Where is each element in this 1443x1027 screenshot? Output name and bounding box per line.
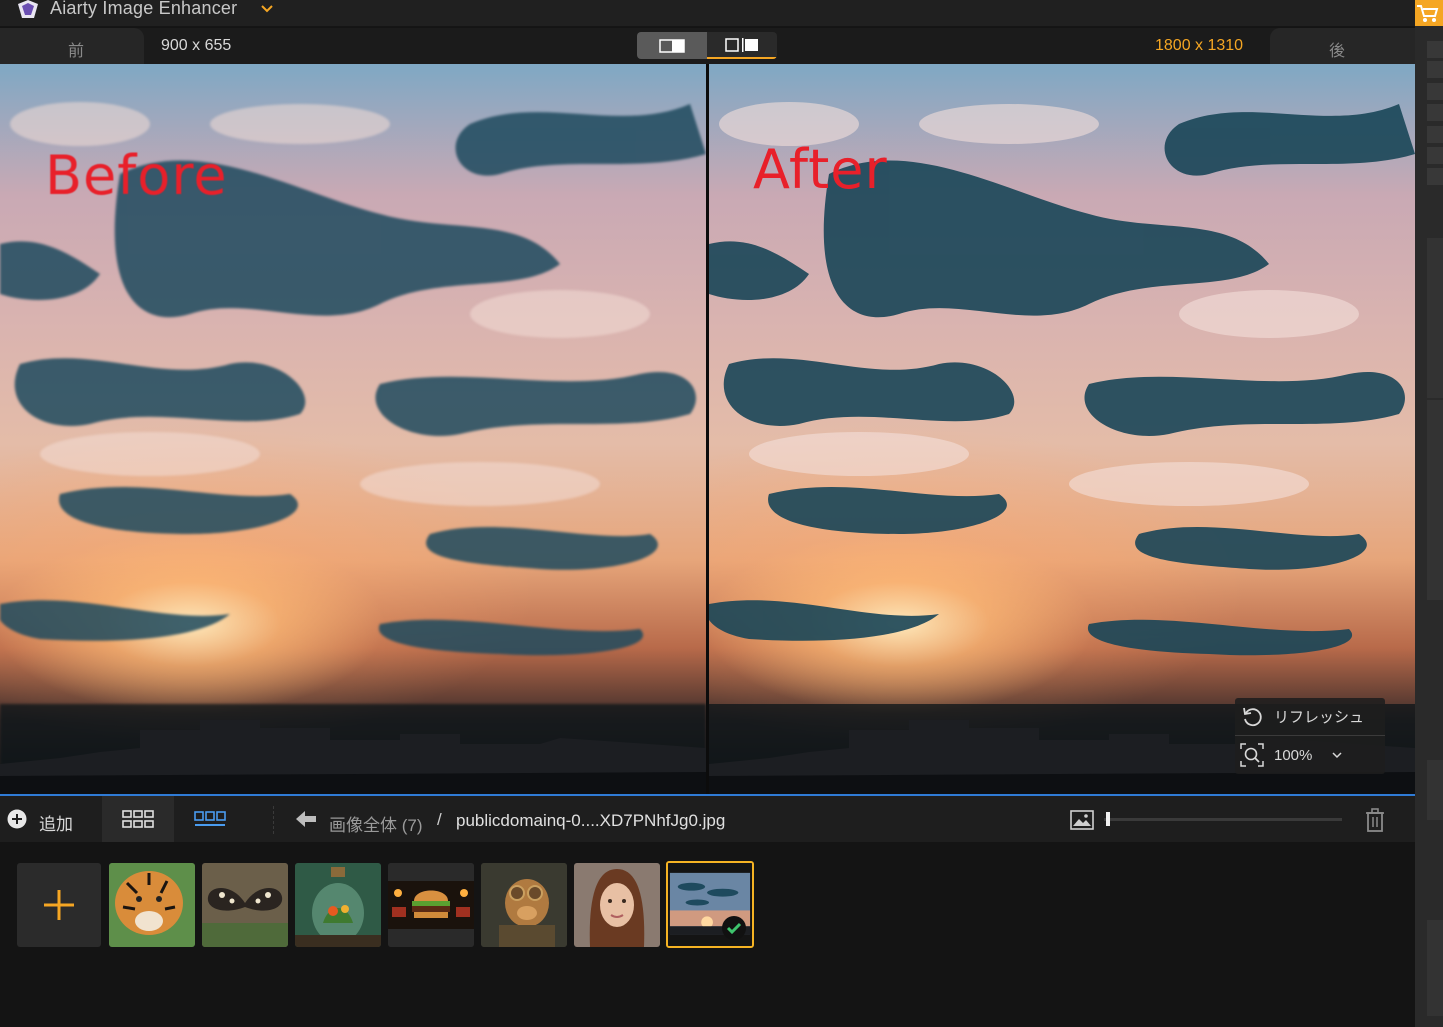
thumbnail-dog[interactable] bbox=[481, 863, 567, 947]
tab-after[interactable]: 後 bbox=[1270, 28, 1415, 64]
cart-button[interactable] bbox=[1415, 0, 1443, 26]
breadcrumb-file: publicdomainq-0....XD7PNhfJg0.jpg bbox=[456, 811, 726, 830]
strip-slot[interactable] bbox=[1427, 167, 1443, 185]
single-view-icon bbox=[659, 38, 685, 53]
single-view-button[interactable] bbox=[637, 32, 707, 59]
strip-view-button[interactable] bbox=[174, 796, 246, 842]
grid-view-button[interactable] bbox=[102, 796, 174, 842]
thumbnail-burger[interactable] bbox=[388, 863, 474, 947]
tab-before[interactable]: 前 bbox=[0, 28, 144, 64]
add-button[interactable]: 追加 bbox=[0, 796, 100, 842]
burger-image bbox=[388, 863, 474, 947]
woman-portrait-image bbox=[574, 863, 660, 947]
strip-panel[interactable] bbox=[1427, 760, 1443, 820]
compare-header: 前 900 x 655 1800 x 1310 後 bbox=[0, 28, 1415, 64]
chevron-down-icon[interactable] bbox=[259, 1, 275, 17]
tiger-image bbox=[109, 863, 195, 947]
add-image-tile[interactable] bbox=[17, 863, 101, 947]
strip-slot[interactable] bbox=[1427, 125, 1443, 143]
terrarium-image bbox=[295, 863, 381, 947]
thumbnail-terrarium[interactable] bbox=[295, 863, 381, 947]
zoom-select[interactable]: 100% bbox=[1235, 736, 1385, 774]
image-preview[interactable]: Before After bbox=[0, 64, 1415, 794]
tab-before-label: 前 bbox=[68, 43, 85, 60]
right-scroll-strip bbox=[1415, 0, 1443, 1027]
refresh-button[interactable]: リフレッシュ bbox=[1235, 698, 1385, 736]
check-icon bbox=[726, 922, 742, 935]
trash-icon[interactable] bbox=[1364, 808, 1386, 832]
add-label: 追加 bbox=[39, 815, 73, 834]
app-title: Aiarty Image Enhancer bbox=[50, 0, 238, 18]
before-dimensions: 900 x 655 bbox=[161, 37, 232, 54]
butterfly-image bbox=[202, 863, 288, 947]
plus-circle-icon bbox=[7, 809, 27, 829]
strip-slot[interactable] bbox=[1427, 40, 1443, 58]
split-view-icon bbox=[725, 37, 758, 52]
refresh-icon bbox=[1243, 707, 1262, 726]
processed-check-badge bbox=[722, 916, 746, 940]
zoom-value: 100% bbox=[1274, 746, 1313, 764]
strip-panel[interactable] bbox=[1427, 920, 1443, 1016]
app-logo-icon bbox=[18, 0, 38, 18]
cart-icon bbox=[1417, 5, 1439, 22]
thumbnail-size-slider[interactable] bbox=[1104, 818, 1342, 821]
toolbar-separator bbox=[273, 806, 274, 834]
grid-view-icon bbox=[122, 810, 154, 828]
tab-after-label: 後 bbox=[1329, 43, 1346, 60]
strip-slot[interactable] bbox=[1427, 146, 1443, 164]
before-pane[interactable]: Before bbox=[0, 64, 706, 794]
thumbnail-strip bbox=[0, 842, 1415, 1027]
strip-view-icon bbox=[194, 811, 226, 826]
before-label: Before bbox=[45, 144, 228, 207]
split-view-button[interactable] bbox=[707, 32, 777, 59]
preview-controls: リフレッシュ 100% bbox=[1235, 698, 1385, 774]
zoom-icon bbox=[1240, 743, 1264, 767]
strip-slot[interactable] bbox=[1427, 60, 1443, 78]
chevron-down-icon bbox=[1332, 752, 1342, 759]
strip-panel[interactable] bbox=[1427, 400, 1443, 600]
thumbnail-portrait[interactable] bbox=[574, 863, 660, 947]
thumbnail-sunset[interactable] bbox=[666, 861, 754, 948]
strip-slot[interactable] bbox=[1427, 103, 1443, 121]
slider-handle[interactable] bbox=[1106, 812, 1111, 826]
image-size-icon bbox=[1070, 810, 1094, 830]
title-bar: Aiarty Image Enhancer bbox=[0, 0, 1415, 27]
bottom-toolbar: 追加 画像全体 (7) / publicdomainq-0....XD7PNhf… bbox=[0, 794, 1415, 842]
thumbnail-butterfly[interactable] bbox=[202, 863, 288, 947]
back-arrow-icon[interactable] bbox=[296, 811, 316, 827]
after-pane[interactable]: After bbox=[709, 64, 1415, 794]
steampunk-dog-image bbox=[481, 863, 567, 947]
strip-slot[interactable] bbox=[1427, 82, 1443, 100]
breadcrumb-separator: / bbox=[437, 810, 442, 829]
after-dimensions: 1800 x 1310 bbox=[1155, 37, 1244, 54]
thumbnail-tiger[interactable] bbox=[109, 863, 195, 947]
breadcrumb-root[interactable]: 画像全体 (7) bbox=[329, 811, 423, 836]
city-skyline bbox=[0, 720, 706, 794]
view-mode-toggle bbox=[637, 32, 777, 59]
refresh-label: リフレッシュ bbox=[1274, 709, 1365, 726]
plus-icon bbox=[44, 890, 74, 920]
after-label: After bbox=[753, 138, 888, 201]
strip-panel[interactable] bbox=[1427, 238, 1443, 398]
